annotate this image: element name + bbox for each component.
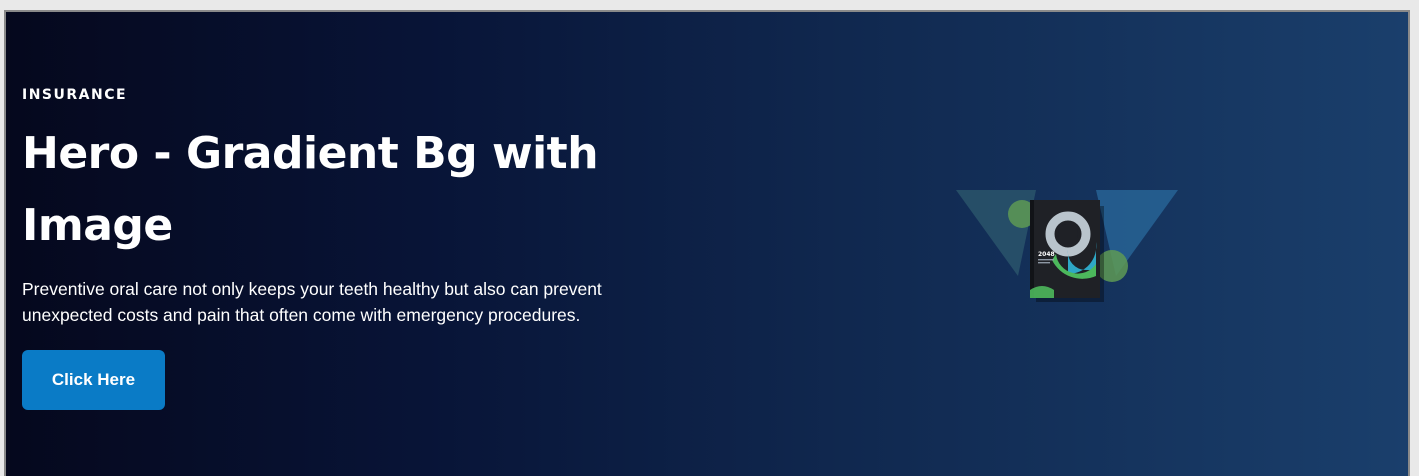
hero-description: Preventive oral care not only keeps your… — [22, 279, 602, 325]
book-spine — [1030, 200, 1034, 298]
hero-eyebrow: INSURANCE — [22, 87, 128, 103]
cover-line — [1038, 262, 1050, 264]
cover-line — [1038, 259, 1054, 261]
report-book-illustration-icon: 2048 — [956, 190, 1178, 302]
hero-section: INSURANCE Hero - Gradient Bg with Image … — [4, 10, 1410, 476]
cover-ring-hole — [1058, 224, 1078, 244]
hero-title: Hero - Gradient Bg with Image — [22, 128, 599, 251]
click-here-button[interactable]: Click Here — [22, 350, 165, 410]
cover-text: 2048 — [1038, 251, 1055, 258]
